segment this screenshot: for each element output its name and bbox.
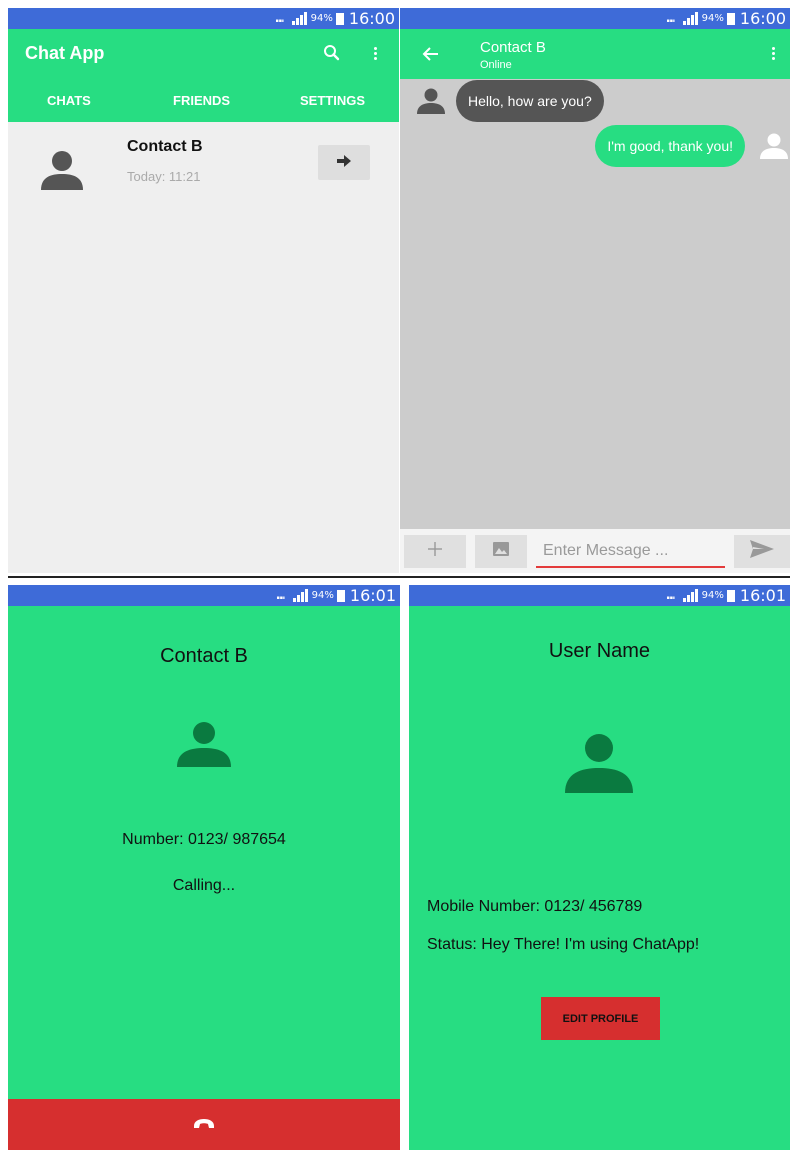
outgoing-message-bubble: I'm good, thank you! — [595, 125, 745, 167]
contact-avatar-icon — [416, 88, 446, 119]
conversation-screen: ⑉ 94% 16:00 Contact B Online Hello, how … — [400, 8, 790, 573]
mute-icon: ⑉ — [275, 11, 284, 26]
battery-icon — [726, 12, 735, 25]
caller-number: Number: 0123/ 987654 — [122, 831, 286, 848]
message-text: Hello, how are you? — [468, 93, 592, 109]
signal-icon — [682, 589, 698, 602]
arrow-right-icon — [337, 154, 351, 172]
signal-icon — [291, 12, 307, 25]
call-screen: ⑉ 94% 16:01 Contact B Number: 0123/ 9876… — [8, 585, 400, 1150]
profile-mobile-number: Mobile Number: 0123/ 456789 — [427, 898, 643, 915]
profile-screen: ⑉ 94% 16:01 User Name Mobile Number: 012… — [409, 585, 790, 1150]
call-end-icon — [193, 1116, 215, 1134]
chat-timestamp: Today: 11:21 — [127, 169, 201, 184]
message-input-bar — [400, 529, 790, 573]
message-input[interactable] — [536, 535, 725, 568]
clock: 16:00 — [739, 9, 786, 28]
contact-online-status: Online — [480, 59, 512, 71]
image-icon — [493, 542, 509, 561]
battery-icon — [336, 589, 345, 602]
tab-friends[interactable]: FRIENDS — [173, 93, 230, 108]
image-attachment-button[interactable] — [475, 535, 527, 568]
user-avatar-icon — [759, 133, 789, 164]
more-vert-icon[interactable] — [768, 42, 778, 64]
battery-percent: 94% — [701, 13, 724, 24]
message-text: I'm good, thank you! — [607, 138, 733, 154]
chat-contact-name: Contact B — [127, 138, 203, 155]
search-icon[interactable] — [321, 42, 343, 64]
app-bar: Contact B Online — [400, 29, 790, 79]
conversation-contact-name: Contact B — [480, 39, 546, 56]
chat-list-item[interactable]: Contact B Today: 11:21 — [8, 122, 399, 208]
tab-bar: CHATS FRIENDS SETTINGS — [8, 79, 399, 122]
app-title: Chat App — [25, 43, 105, 63]
user-avatar-icon — [563, 733, 635, 798]
battery-icon — [726, 589, 735, 602]
tab-chats[interactable]: CHATS — [47, 93, 91, 108]
profile-status-text: Status: Hey There! I'm using ChatApp! — [427, 936, 700, 953]
status-bar: ⑉ 94% 16:01 — [409, 585, 790, 606]
signal-icon — [292, 589, 308, 602]
status-bar: ⑉ 94% 16:01 — [8, 585, 400, 606]
edit-profile-button[interactable]: EDIT PROFILE — [541, 997, 660, 1040]
battery-percent: 94% — [310, 13, 333, 24]
panel-divider — [8, 576, 790, 578]
caller-name: Contact B — [160, 645, 248, 667]
call-status: Calling... — [172, 877, 236, 894]
back-arrow-icon[interactable] — [420, 43, 442, 65]
open-chat-button[interactable] — [318, 145, 370, 180]
battery-percent: 94% — [311, 590, 334, 601]
tab-settings[interactable]: SETTINGS — [300, 93, 365, 108]
profile-user-name: User Name — [548, 640, 651, 662]
battery-percent: 94% — [701, 590, 724, 601]
add-attachment-button[interactable] — [404, 535, 466, 568]
send-icon — [750, 540, 774, 563]
clock: 16:01 — [349, 586, 396, 605]
hang-up-button[interactable] — [8, 1099, 400, 1150]
add-icon — [427, 541, 443, 562]
chat-list-screen: ⑉ 94% 16:00 Chat App CHATS FRIENDS SETTI… — [8, 8, 399, 573]
more-vert-icon[interactable] — [370, 42, 380, 64]
mute-icon: ⑉ — [666, 11, 675, 26]
incoming-message-bubble: Hello, how are you? — [456, 80, 604, 122]
status-bar: ⑉ 94% 16:00 — [8, 8, 399, 29]
battery-icon — [335, 12, 344, 25]
app-bar: Chat App — [8, 29, 399, 79]
signal-icon — [682, 12, 698, 25]
clock: 16:00 — [348, 9, 395, 28]
mute-icon: ⑉ — [666, 588, 675, 603]
contact-avatar-icon — [39, 150, 85, 195]
send-button[interactable] — [734, 535, 790, 568]
clock: 16:01 — [739, 586, 786, 605]
mute-icon: ⑉ — [276, 588, 285, 603]
status-bar: ⑉ 94% 16:00 — [400, 8, 790, 29]
contact-avatar-icon — [175, 721, 233, 772]
